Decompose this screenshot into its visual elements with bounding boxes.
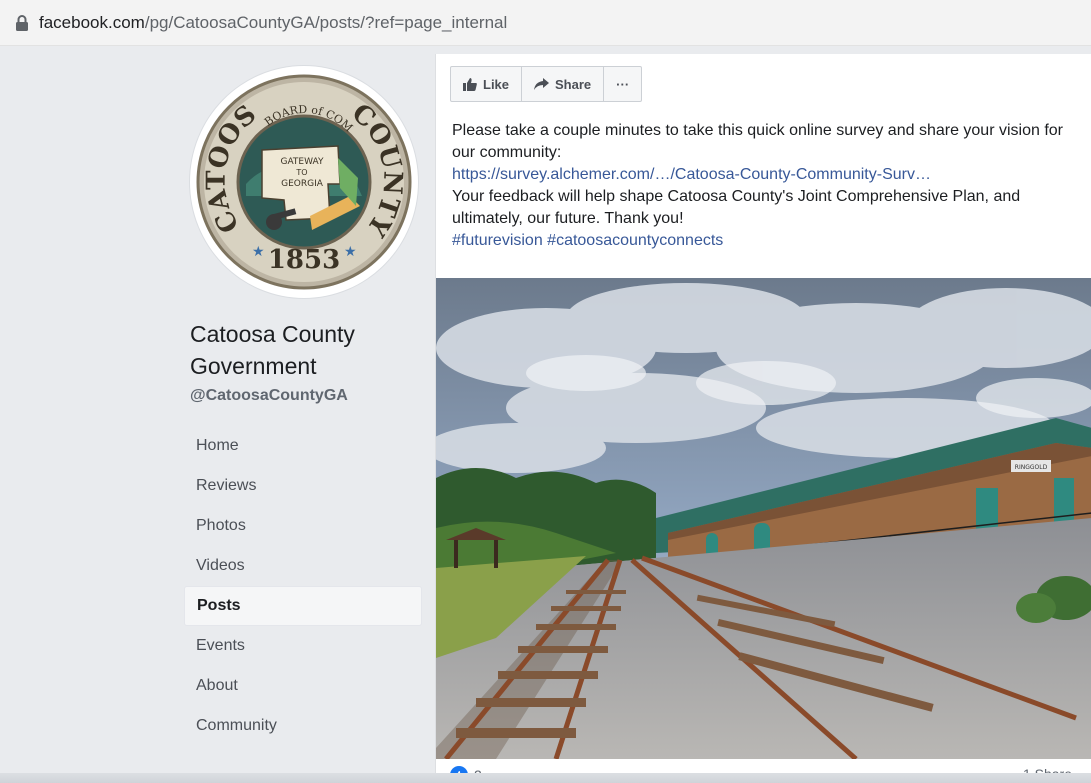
thumbs-up-icon (463, 77, 477, 91)
post-hashtags[interactable]: #futurevision #catoosacountyconnects (452, 230, 1082, 252)
survey-link[interactable]: https://survey.alchemer.com/…/Catoosa-Co… (452, 164, 1082, 186)
share-button[interactable]: Share (522, 67, 605, 101)
nav-item-about[interactable]: About (184, 666, 422, 706)
seal-center-line2: TO (295, 168, 307, 177)
nav-item-community[interactable]: Community (184, 706, 422, 746)
address-bar[interactable]: facebook.com/pg/CatoosaCountyGA/posts/?r… (0, 0, 1091, 46)
more-dots-icon: ··· (616, 76, 630, 92)
seal-year: 1853 (268, 245, 340, 275)
like-button[interactable]: Like (451, 67, 523, 101)
post-photo[interactable]: RINGGOLD (436, 278, 1091, 759)
post-text-intro: Please take a couple minutes to take thi… (452, 122, 1063, 161)
seal-center-line1: GATEWAY (281, 157, 324, 167)
seal-center-line3: GEORGIA (281, 179, 324, 189)
lock-icon (16, 14, 28, 31)
depot-sign: RINGGOLD (1015, 464, 1048, 471)
nav-item-photos[interactable]: Photos (184, 506, 422, 546)
post-card: Like Share ··· Please take a couple minu… (435, 54, 1091, 783)
url-text[interactable]: facebook.com/pg/CatoosaCountyGA/posts/?r… (39, 13, 507, 33)
nav-item-reviews[interactable]: Reviews (184, 466, 422, 506)
nav-item-events[interactable]: Events (184, 626, 422, 666)
bottom-scroll-shade (0, 773, 1091, 783)
nav-item-posts[interactable]: Posts (184, 586, 422, 626)
page-actions-bar: Like Share ··· (450, 66, 643, 102)
more-options-button[interactable]: ··· (604, 67, 641, 101)
county-seal-image: BOARD of COMMISSIONERS CATOOSA COUNTY GA… (190, 66, 416, 294)
page-sidebar: BOARD of COMMISSIONERS CATOOSA COUNTY GA… (184, 46, 424, 783)
share-arrow-icon (534, 78, 550, 90)
post-text-feedback: Your feedback will help shape Catoosa Co… (452, 188, 1021, 227)
post-body: Please take a couple minutes to take thi… (452, 120, 1082, 252)
profile-seal[interactable]: BOARD of COMMISSIONERS CATOOSA COUNTY GA… (190, 66, 418, 298)
nav-item-videos[interactable]: Videos (184, 546, 422, 586)
nav-item-home[interactable]: Home (184, 426, 422, 466)
seal-star-left: ★ (252, 243, 265, 259)
seal-star-right: ★ (344, 243, 357, 259)
page-nav: Home Reviews Photos Videos Posts Events … (184, 426, 422, 746)
page-content: BOARD of COMMISSIONERS CATOOSA COUNTY GA… (0, 46, 1091, 783)
page-title[interactable]: Catoosa County Government (190, 318, 422, 382)
page-handle[interactable]: @CatoosaCountyGA (190, 387, 348, 405)
railroad-depot-photo: RINGGOLD (436, 278, 1091, 759)
